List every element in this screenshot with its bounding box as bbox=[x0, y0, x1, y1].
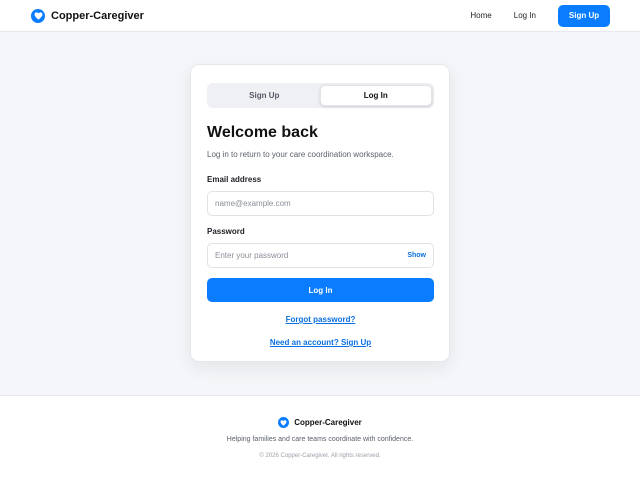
auth-tabs: Sign Up Log In bbox=[207, 83, 434, 108]
site-footer: Copper-Caregiver Helping families and ca… bbox=[0, 395, 640, 482]
brand[interactable]: Copper-Caregiver bbox=[31, 8, 144, 23]
site-header: Copper-Caregiver Home Log In Sign Up bbox=[0, 0, 640, 32]
nav-signup-button[interactable]: Sign Up bbox=[558, 4, 610, 27]
footer-brand-name: Copper-Caregiver bbox=[294, 418, 362, 427]
nav-login-link[interactable]: Log In bbox=[514, 11, 536, 20]
need-account-signup-link[interactable]: Need an account? Sign Up bbox=[207, 338, 434, 348]
email-placeholder: name@example.com bbox=[215, 199, 291, 208]
forgot-password-link[interactable]: Forgot password? bbox=[207, 315, 434, 325]
email-field[interactable]: name@example.com bbox=[207, 191, 434, 216]
heart-icon bbox=[31, 8, 45, 23]
page-subtitle: Log in to return to your care coordinati… bbox=[207, 150, 394, 159]
show-password-toggle[interactable]: Show bbox=[407, 252, 426, 259]
password-field[interactable]: Enter your password Show bbox=[207, 243, 434, 268]
password-placeholder: Enter your password bbox=[215, 251, 289, 260]
nav-home-link[interactable]: Home bbox=[470, 11, 491, 20]
heart-icon bbox=[278, 417, 290, 428]
password-label: Password bbox=[207, 227, 245, 236]
tab-log-in[interactable]: Log In bbox=[319, 85, 432, 106]
login-card: Sign Up Log In Welcome back Log in to re… bbox=[190, 64, 450, 362]
footer-copyright: © 2026 Copper-Caregiver. All rights rese… bbox=[259, 453, 381, 459]
top-nav: Home Log In Sign Up bbox=[470, 4, 610, 27]
email-label: Email address bbox=[207, 175, 262, 184]
page-title: Welcome back bbox=[207, 124, 318, 141]
footer-brand: Copper-Caregiver bbox=[0, 417, 640, 428]
footer-tagline: Helping families and care teams coordina… bbox=[226, 436, 414, 443]
tab-sign-up[interactable]: Sign Up bbox=[209, 85, 320, 106]
login-submit-button[interactable]: Log In bbox=[207, 278, 434, 302]
brand-name: Copper-Caregiver bbox=[51, 9, 144, 22]
